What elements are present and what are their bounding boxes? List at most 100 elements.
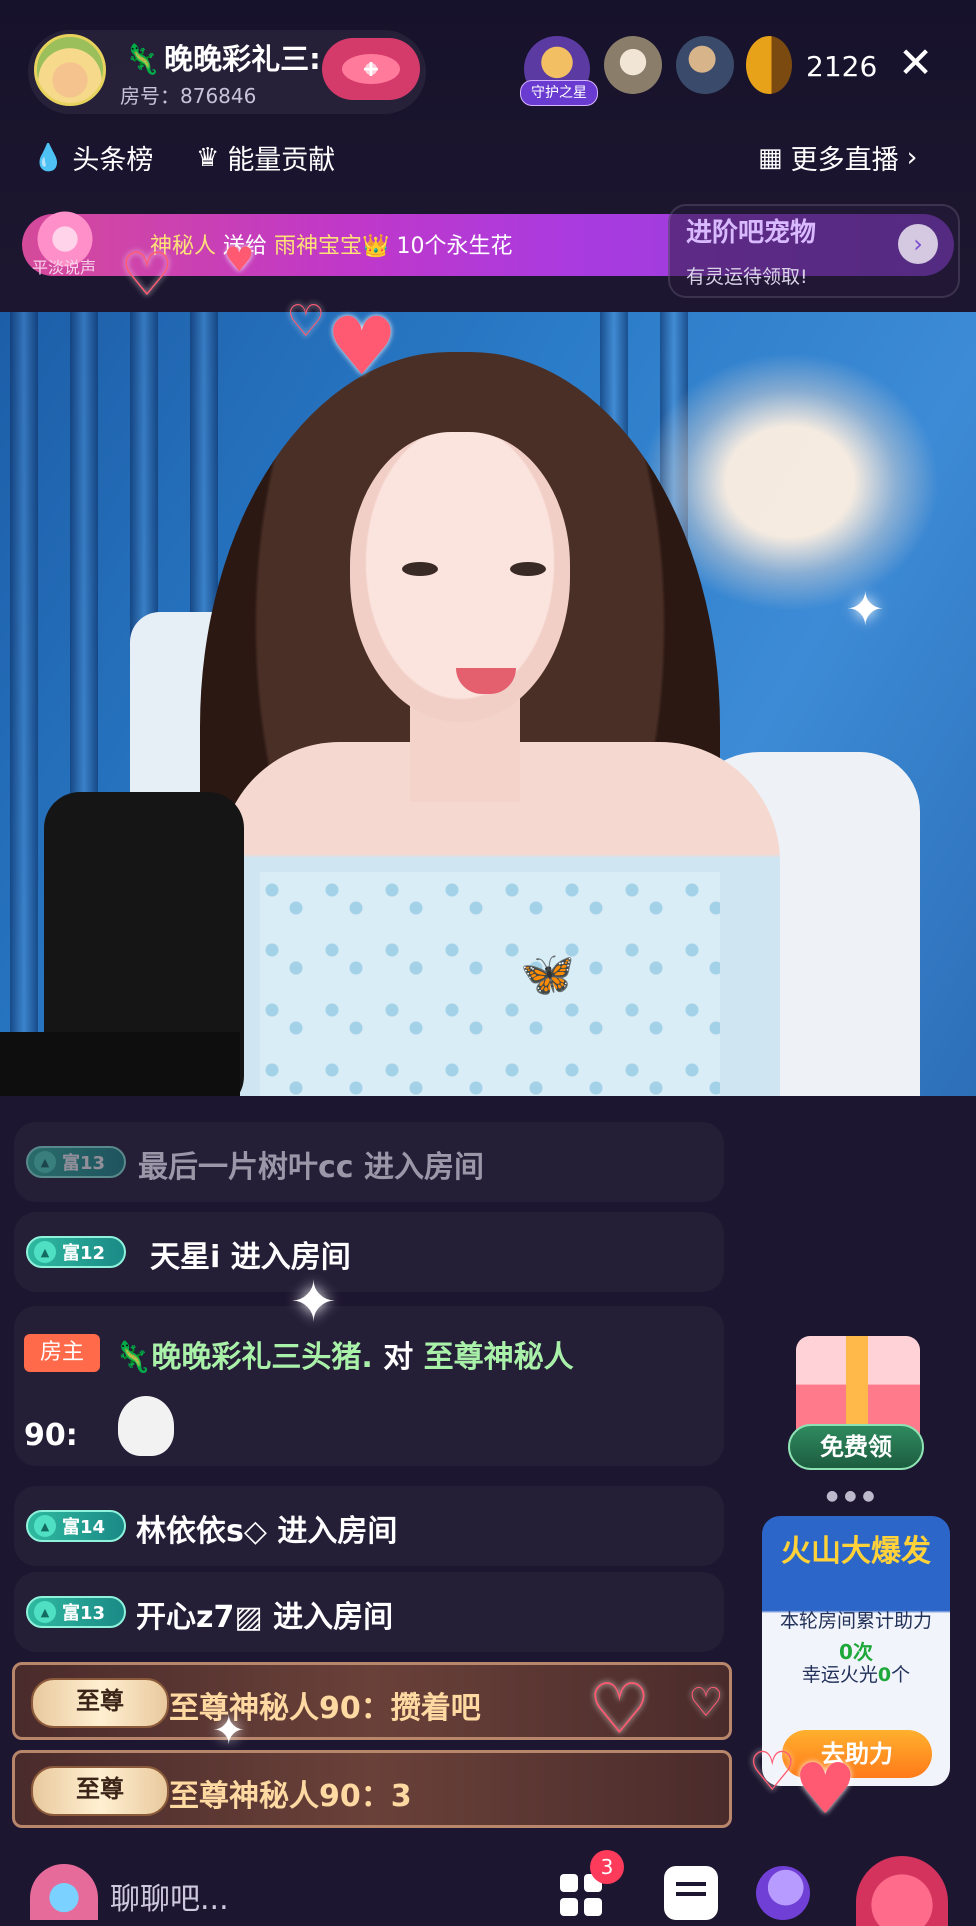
heart-icon: ♡ bbox=[120, 240, 174, 310]
level-label: 富14 bbox=[62, 1517, 106, 1538]
lucky-unit: 个 bbox=[891, 1664, 911, 1686]
tab-energy[interactable]: ♛ 能量贡献 bbox=[196, 138, 335, 177]
follow-button[interactable]: + bbox=[322, 38, 420, 100]
sticker-icon bbox=[118, 1396, 174, 1456]
chat-input[interactable]: 聊聊吧... bbox=[110, 1874, 229, 1918]
triangle-icon: ▲ bbox=[34, 1515, 56, 1537]
guard-star-label: 守护之星 bbox=[520, 80, 598, 106]
viewer-count[interactable]: 2126 bbox=[806, 50, 877, 83]
crown-icon: ♛ bbox=[196, 142, 220, 173]
chat-entry-row: ▲ 富14 林依依s◇ 进入房间 bbox=[14, 1486, 724, 1566]
gift-target: 雨神宝宝 bbox=[274, 234, 363, 259]
chat-username[interactable]: 林依依s◇ bbox=[136, 1514, 267, 1549]
heart-icon: ♥ bbox=[794, 1748, 857, 1830]
chat-action: 进入房间 bbox=[364, 1150, 485, 1185]
butterfly-icon: 🦋 bbox=[520, 949, 575, 1000]
lips-plus-icon: + bbox=[342, 54, 400, 84]
volcano-event-subtitle: 本轮房间累计助力 bbox=[779, 1610, 932, 1632]
room-number: 房号：876846 bbox=[120, 84, 257, 108]
apps-badge: 3 bbox=[590, 1850, 624, 1884]
chat-username[interactable]: 最后一片树叶cc bbox=[138, 1150, 354, 1185]
lucky-label: 幸运火光 bbox=[801, 1664, 878, 1686]
triangle-icon: ▲ bbox=[34, 1151, 56, 1173]
wealth-level-badge: ▲ 富13 bbox=[26, 1596, 126, 1628]
chat-entry-row: ▲ 富13 最后一片树叶cc 进入房间 bbox=[14, 1122, 724, 1202]
chevron-right-icon: › bbox=[906, 142, 918, 173]
host-tag: 房主 bbox=[24, 1334, 100, 1372]
host-name-text: 晚晚彩礼三: bbox=[164, 42, 321, 76]
vip-chat-text: 至尊神秘人90：3 bbox=[169, 1779, 412, 1814]
more-live-label: 更多直播 bbox=[790, 145, 899, 176]
sparkle-icon: ✦ bbox=[212, 1708, 246, 1754]
heart-icon: ♥ bbox=[326, 300, 398, 393]
volcano-event-title: 火山大爆发 bbox=[781, 1534, 931, 1569]
chat-host-message: 房主 🦎晚晚彩礼三头猪. 对 至尊神秘人 90: bbox=[14, 1306, 724, 1466]
lizard-icon: 🦎 bbox=[114, 1340, 152, 1375]
pet-promo-subtitle: 有灵运待领取! bbox=[686, 266, 808, 288]
chat-entry-row: ▲ 富12 天星i 进入房间 bbox=[14, 1212, 724, 1292]
wealth-level-badge: ▲ 富14 bbox=[26, 1510, 126, 1542]
floral-dress bbox=[260, 872, 720, 1096]
pet-promo-title: 进阶吧宠物 bbox=[686, 218, 817, 248]
close-button[interactable]: ✕ bbox=[898, 42, 933, 84]
triangle-icon: ▲ bbox=[34, 1241, 56, 1263]
supreme-badge: 至尊 bbox=[31, 1678, 169, 1728]
volcano-lucky-fire: 幸运火光0个 bbox=[766, 1660, 946, 1687]
gift-item: 10个永生花 bbox=[396, 234, 513, 259]
curtain-fold bbox=[10, 312, 38, 1096]
chat-username[interactable]: 晚晚彩礼三头猪. bbox=[151, 1340, 372, 1375]
gift-banner-text: 神秘人 送给 雨神宝宝👑 10个永生花 bbox=[150, 228, 512, 260]
chat-action: 进入房间 bbox=[277, 1514, 398, 1549]
robot-avatar-icon[interactable] bbox=[30, 1864, 98, 1920]
streamer-eye bbox=[402, 562, 438, 576]
supreme-badge: 至尊 bbox=[31, 1766, 169, 1816]
carousel-dots: ●●● bbox=[826, 1488, 881, 1504]
chat-username[interactable]: 天星i bbox=[150, 1240, 220, 1275]
lucky-value: 0 bbox=[877, 1664, 892, 1686]
heart-icon: ♡ bbox=[588, 1668, 651, 1750]
triangle-icon: ▲ bbox=[34, 1601, 56, 1623]
tab-headline-label: 头条榜 bbox=[72, 145, 154, 176]
chat-to: 对 bbox=[383, 1340, 414, 1375]
drop-icon: 💧 bbox=[32, 142, 65, 173]
chat-text: 开心z7▨ 进入房间 bbox=[136, 1592, 393, 1636]
heart-icon: ♥ bbox=[224, 240, 255, 280]
wealth-level-badge: ▲ 富13 bbox=[26, 1146, 126, 1178]
grid-icon: ▦ bbox=[758, 142, 783, 173]
host-name: 🦎 晚晚彩礼三: bbox=[124, 36, 321, 78]
viewer-avatar[interactable] bbox=[676, 36, 734, 94]
wealth-level-badge: ▲ 富12 bbox=[26, 1236, 126, 1268]
heart-icon: ♡ bbox=[748, 1740, 797, 1803]
chat-entry-row: ▲ 富13 开心z7▨ 进入房间 bbox=[14, 1572, 724, 1652]
heart-icon: ♡ bbox=[286, 296, 326, 347]
banner-subtext: 平淡说声 bbox=[32, 258, 97, 277]
chat-username[interactable]: 开心z7▨ bbox=[136, 1600, 263, 1635]
microphone-stand bbox=[0, 1032, 240, 1096]
vip-chat-row: 至尊 至尊神秘人90：3 bbox=[12, 1750, 732, 1828]
free-claim-button[interactable]: 免费领 bbox=[788, 1424, 924, 1470]
sparkle-icon: ✦ bbox=[290, 1270, 337, 1335]
host-avatar[interactable] bbox=[34, 34, 106, 106]
lizard-icon: 🦎 bbox=[124, 42, 161, 76]
more-live-button[interactable]: ▦ 更多直播 › bbox=[758, 138, 917, 177]
gift-icon[interactable] bbox=[856, 1856, 948, 1926]
level-label: 富13 bbox=[62, 1153, 106, 1174]
chat-target[interactable]: 至尊神秘人 bbox=[424, 1340, 574, 1375]
viewer-avatar[interactable] bbox=[746, 36, 792, 94]
chat-suffix: 90: bbox=[24, 1418, 78, 1453]
tab-energy-label: 能量贡献 bbox=[227, 145, 336, 176]
heart-icon: ♡ bbox=[688, 1680, 724, 1726]
microphone-icon[interactable] bbox=[756, 1866, 810, 1920]
chevron-right-icon[interactable]: › bbox=[898, 224, 938, 264]
message-icon[interactable] bbox=[664, 1866, 718, 1920]
level-label: 富12 bbox=[62, 1243, 106, 1264]
chat-action: 进入房间 bbox=[273, 1600, 394, 1635]
streamer-eye bbox=[510, 562, 546, 576]
sparkle-icon: ✦ bbox=[846, 582, 885, 636]
viewer-avatar[interactable] bbox=[604, 36, 662, 94]
chat-text: 🦎晚晚彩礼三头猪. 对 至尊神秘人 bbox=[114, 1332, 574, 1376]
chat-text: 林依依s◇ 进入房间 bbox=[136, 1506, 397, 1550]
live-video[interactable]: 🦋 ✦ bbox=[0, 312, 976, 1096]
tab-headline[interactable]: 💧 头条榜 bbox=[32, 138, 153, 177]
level-label: 富13 bbox=[62, 1603, 106, 1624]
